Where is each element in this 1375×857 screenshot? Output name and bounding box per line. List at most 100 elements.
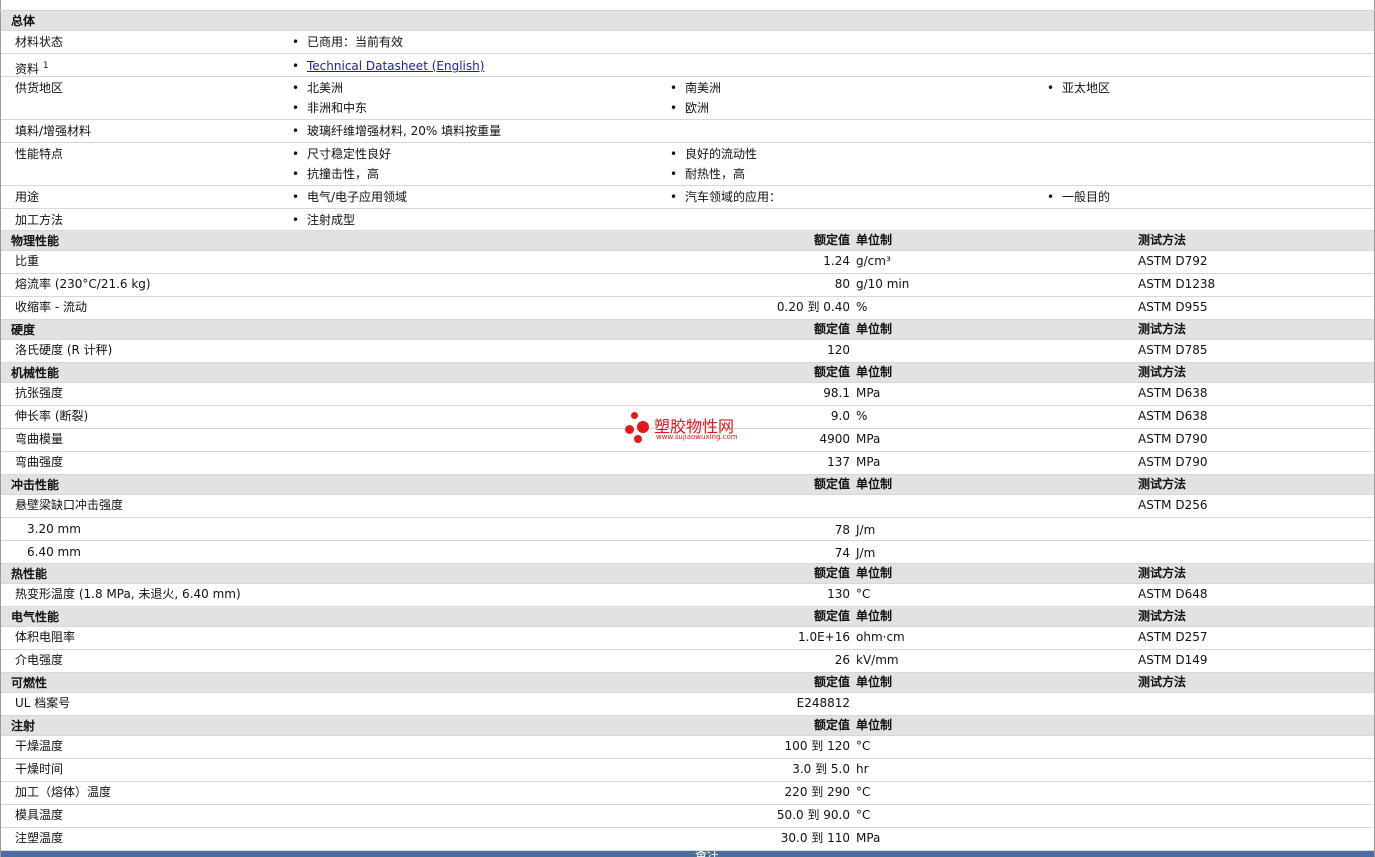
property-unit: MPa [856, 455, 881, 469]
test-method: ASTM D149 [1138, 653, 1208, 667]
section-title: 机械性能 [11, 366, 60, 380]
test-method: ASTM D257 [1138, 630, 1208, 644]
table-row: 洛氏硬度 (R 计秤) 120 ASTM D785 [1, 340, 1374, 363]
table-row: 体积电阻率 1.0E+16 ohm·cm ASTM D257 [1, 627, 1374, 650]
property-name: 注塑温度 [15, 831, 64, 845]
property-name: 收缩率 - 流动 [15, 300, 87, 314]
section-title: 硬度 [11, 323, 36, 337]
test-method: ASTM D790 [1138, 432, 1208, 446]
table-row: 介电强度 26 kV/mm ASTM D149 [1, 650, 1374, 673]
row-features: 性能特点 尺寸稳定性良好 良好的流动性 抗撞击性，高 耐热性，高 [1, 143, 1374, 186]
list-item: 亚太地区 [1047, 80, 1110, 96]
list-item: 欧洲 [670, 100, 709, 116]
property-value: 0.20 到 0.40 [776, 300, 850, 314]
nominal-header: 额定值 [813, 718, 850, 732]
top-divider [0, 0, 1375, 11]
property-value: 98.1 [823, 386, 850, 400]
property-unit: % [856, 300, 868, 314]
method-header: 测试方法 [1138, 365, 1187, 379]
property-value: 3.0 到 5.0 [792, 762, 850, 776]
property-name: 加工（熔体）温度 [15, 785, 112, 799]
nominal-header: 额定值 [813, 609, 850, 623]
property-name: 伸长率 (断裂) [15, 409, 89, 423]
property-unit: MPa [856, 831, 881, 845]
property-unit: MPa [856, 386, 881, 400]
property-value: 137 [827, 455, 850, 469]
test-method: ASTM D1238 [1138, 277, 1216, 291]
list-item: 北美洲 [292, 80, 343, 96]
list-item: 非洲和中东 [292, 100, 367, 116]
property-label: 材料状态 [15, 35, 64, 49]
row-processing: 加工方法 注射成型 [1, 209, 1374, 231]
section-title: 注射 [11, 719, 36, 733]
table-row: 比重 1.24 g/cm³ ASTM D792 [1, 251, 1374, 274]
property-name: 悬壁梁缺口冲击强度 [15, 498, 124, 512]
property-value: 1.24 [823, 254, 850, 268]
list-item: 南美洲 [670, 80, 721, 96]
unit-header: 单位制 [856, 365, 893, 379]
row-availability: 供货地区 北美洲 南美洲 亚太地区 非洲和中东 欧洲 [1, 77, 1374, 120]
section-header-general: 总体 [1, 11, 1374, 31]
property-name: UL 档案号 [15, 696, 71, 710]
section-title: 电气性能 [11, 610, 60, 624]
table-row: 模具温度 50.0 到 90.0 °C [1, 805, 1374, 828]
test-method: ASTM D638 [1138, 386, 1208, 400]
property-value: 120 [827, 343, 850, 357]
table-row: 弯曲强度 137 MPa ASTM D790 [1, 452, 1374, 475]
property-value: 30.0 到 110 [780, 831, 850, 845]
list-item: 尺寸稳定性良好 [292, 146, 391, 162]
watermark-logo: 塑胶物性网 www.sujiaowuxing.com [623, 411, 763, 447]
property-name: 洛氏硬度 (R 计秤) [15, 343, 113, 357]
table-row: 收缩率 - 流动 0.20 到 0.40% ASTM D955 [1, 297, 1374, 320]
row-literature: 资料 1 Technical Datasheet (English) [1, 54, 1374, 77]
property-value: 4900 [819, 432, 850, 446]
table-row: 注塑温度 30.0 到 110 MPa [1, 828, 1374, 851]
datasheet-link-item: Technical Datasheet (English) [292, 58, 484, 74]
list-item: 电气/电子应用领域 [292, 189, 407, 205]
nominal-header: 额定值 [813, 365, 850, 379]
section-title: 物理性能 [11, 234, 60, 248]
section-header: 机械性能 额定值 单位制 测试方法 [1, 363, 1374, 383]
section-header: 注射 额定值 单位制 [1, 716, 1374, 736]
test-method: ASTM D256 [1138, 498, 1208, 512]
notes-label: 备注 [695, 851, 719, 857]
method-header: 测试方法 [1138, 566, 1187, 580]
property-value: 220 到 290 [784, 785, 850, 799]
property-unit: ohm·cm [856, 630, 905, 644]
test-method: ASTM D955 [1138, 300, 1208, 314]
property-name: 熔流率 (230°C/21.6 kg) [15, 277, 151, 291]
property-value: 78 [834, 523, 850, 537]
section-header: 冲击性能 额定值 单位制 测试方法 [1, 475, 1374, 495]
watermark-url: www.sujiaowuxing.com [656, 433, 738, 441]
property-unit: °C [856, 808, 871, 822]
unit-header: 单位制 [856, 233, 893, 247]
property-unit: % [856, 409, 868, 423]
processing-value: 注射成型 [292, 212, 355, 228]
nominal-header: 额定值 [813, 322, 850, 336]
nominal-header: 额定值 [813, 233, 850, 247]
nominal-header: 额定值 [813, 675, 850, 689]
property-label: 资料 1 [15, 61, 49, 76]
table-row: 悬壁梁缺口冲击强度 ASTM D256 [1, 495, 1374, 518]
table-row: 热变形温度 (1.8 MPa, 未退火, 6.40 mm) 130 °C ASTM D… [1, 584, 1374, 607]
section-header: 物理性能 额定值 单位制 测试方法 [1, 231, 1374, 251]
method-header: 测试方法 [1138, 477, 1187, 491]
property-unit: °C [856, 739, 871, 753]
table-row: UL 档案号 E248812 [1, 693, 1374, 716]
method-header: 测试方法 [1138, 233, 1187, 247]
property-unit: g/10 min [856, 277, 910, 291]
table-row: 熔流率 (230°C/21.6 kg) 80 g/10 min ASTM D1238 [1, 274, 1374, 297]
unit-header: 单位制 [856, 718, 893, 732]
technical-datasheet-link[interactable]: Technical Datasheet (English) [307, 59, 484, 73]
property-name: 介电强度 [15, 653, 64, 667]
method-header: 测试方法 [1138, 675, 1187, 689]
property-name: 6.40 mm [27, 545, 81, 559]
property-name: 抗张强度 [15, 386, 64, 400]
property-name: 体积电阻率 [15, 630, 76, 644]
property-label: 用途 [15, 190, 40, 204]
section-header: 可燃性 额定值 单位制 测试方法 [1, 673, 1374, 693]
property-name: 热变形温度 (1.8 MPa, 未退火, 6.40 mm) [15, 587, 241, 601]
test-method: ASTM D790 [1138, 455, 1208, 469]
property-unit: J/m [856, 523, 876, 537]
property-label: 性能特点 [15, 147, 64, 161]
